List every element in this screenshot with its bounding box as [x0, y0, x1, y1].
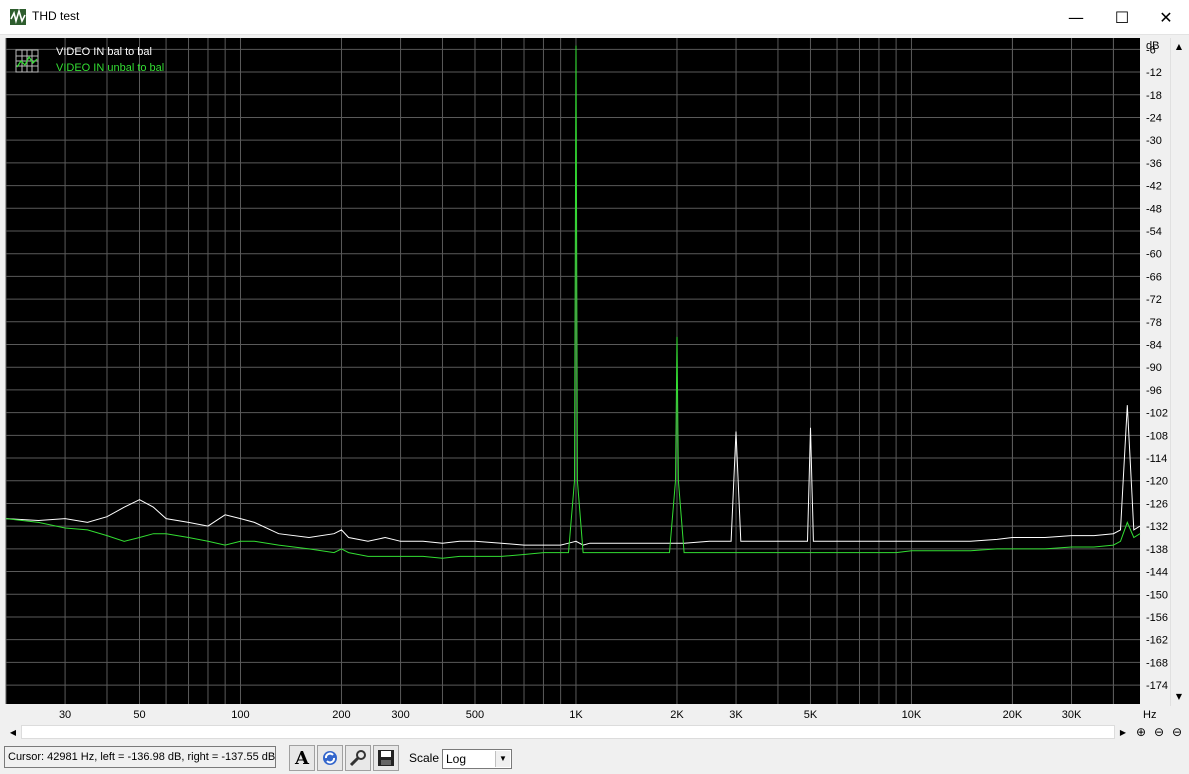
x-tick-label: 20K	[1003, 709, 1023, 721]
y-tick-label: -90	[1146, 362, 1162, 374]
save-icon	[378, 750, 394, 766]
y-tick-label: -150	[1146, 589, 1168, 601]
y-tick-label: -54	[1146, 226, 1162, 238]
scroll-up-icon[interactable]: ▲	[1171, 38, 1187, 54]
scroll-thumb[interactable]	[21, 725, 1115, 739]
scroll-right-icon[interactable]: ▶	[1115, 724, 1131, 740]
y-tick-label: -174	[1146, 680, 1168, 692]
x-tick-label: 10K	[902, 709, 922, 721]
x-tick-label: 500	[466, 709, 484, 721]
y-tick-label: -102	[1146, 408, 1168, 420]
y-tick-label: -24	[1146, 112, 1162, 124]
scale-label: Scale	[409, 751, 440, 765]
zoom-out-icon[interactable]: ⊖	[1151, 724, 1167, 740]
x-tick-label: 2K	[670, 709, 684, 721]
y-tick-label: -138	[1146, 544, 1168, 556]
scale-value: Log	[446, 752, 467, 766]
y-tick-label: -12	[1146, 67, 1162, 79]
vertical-scrollbar[interactable]: ▲ ▼	[1170, 38, 1187, 706]
y-tick-label: -42	[1146, 181, 1162, 193]
x-tick-label: 5K	[804, 709, 818, 721]
zoom-buttons: ⊕ ⊖ ⊖	[1133, 724, 1185, 740]
legend-series-2: VIDEO IN unbal to bal	[56, 62, 165, 74]
settings-button[interactable]	[345, 745, 371, 771]
horizontal-scrollbar[interactable]: ◀ ▶	[5, 724, 1131, 740]
font-icon: A	[295, 747, 309, 769]
y-tick-label: -114	[1146, 453, 1167, 465]
y-tick-label: -48	[1146, 203, 1162, 215]
x-tick-label: 1K	[569, 709, 583, 721]
legend-grid-icon[interactable]	[15, 49, 39, 73]
x-tick-label: 3K	[729, 709, 743, 721]
x-tick-label: 50	[133, 709, 145, 721]
scale-select[interactable]: Log ▼	[442, 749, 512, 769]
refresh-button[interactable]	[317, 745, 343, 771]
zoom-reset-icon[interactable]: ⊖	[1169, 724, 1185, 740]
y-tick-label: -60	[1146, 249, 1162, 261]
y-tick-label: -78	[1146, 317, 1162, 329]
x-tick-label: 300	[391, 709, 409, 721]
y-tick-label: -96	[1146, 385, 1162, 397]
font-button[interactable]: A	[289, 745, 315, 771]
y-tick-label: -72	[1146, 294, 1162, 306]
x-tick-label: 200	[332, 709, 350, 721]
y-tick-label: -144	[1146, 567, 1168, 579]
legend: VIDEO IN bal to bal VIDEO IN unbal to ba…	[56, 44, 164, 76]
chevron-down-icon: ▼	[495, 751, 510, 767]
legend-series-1: VIDEO IN bal to bal	[56, 46, 152, 58]
scroll-left-icon[interactable]: ◀	[5, 724, 21, 740]
save-button[interactable]	[373, 745, 399, 771]
refresh-icon	[323, 751, 337, 765]
y-tick-label: -162	[1146, 635, 1168, 647]
cursor-readout: Cursor: 42981 Hz, left = -136.98 dB, rig…	[4, 746, 276, 768]
x-axis-unit: Hz	[1143, 709, 1156, 721]
y-tick-label: -18	[1146, 90, 1162, 102]
y-tick-label: -168	[1146, 657, 1168, 669]
scroll-down-icon[interactable]: ▼	[1171, 688, 1187, 704]
x-tick-label: 100	[231, 709, 249, 721]
x-tick-label: 30	[59, 709, 71, 721]
y-tick-label: -108	[1146, 430, 1168, 442]
y-tick-label: -126	[1146, 498, 1168, 510]
plot-background	[6, 38, 1140, 704]
y-tick-label: -30	[1146, 135, 1162, 147]
y-tick-label: -36	[1146, 158, 1162, 170]
status-toolbar: Cursor: 42981 Hz, left = -136.98 dB, rig…	[0, 742, 1189, 774]
spectrum-plot[interactable]: -6-12-18-24-30-36-42-48-54-60-66-72-78-8…	[0, 0, 1189, 722]
y-tick-label: -156	[1146, 612, 1168, 624]
y-tick-label: -120	[1146, 476, 1168, 488]
wrench-icon	[349, 750, 366, 767]
y-tick-label: -84	[1146, 340, 1162, 352]
zoom-in-icon[interactable]: ⊕	[1133, 724, 1149, 740]
y-tick-label: -132	[1146, 521, 1168, 533]
y-tick-label: -66	[1146, 271, 1162, 283]
x-tick-label: 30K	[1062, 709, 1082, 721]
y-axis-unit: dB	[1146, 40, 1159, 52]
